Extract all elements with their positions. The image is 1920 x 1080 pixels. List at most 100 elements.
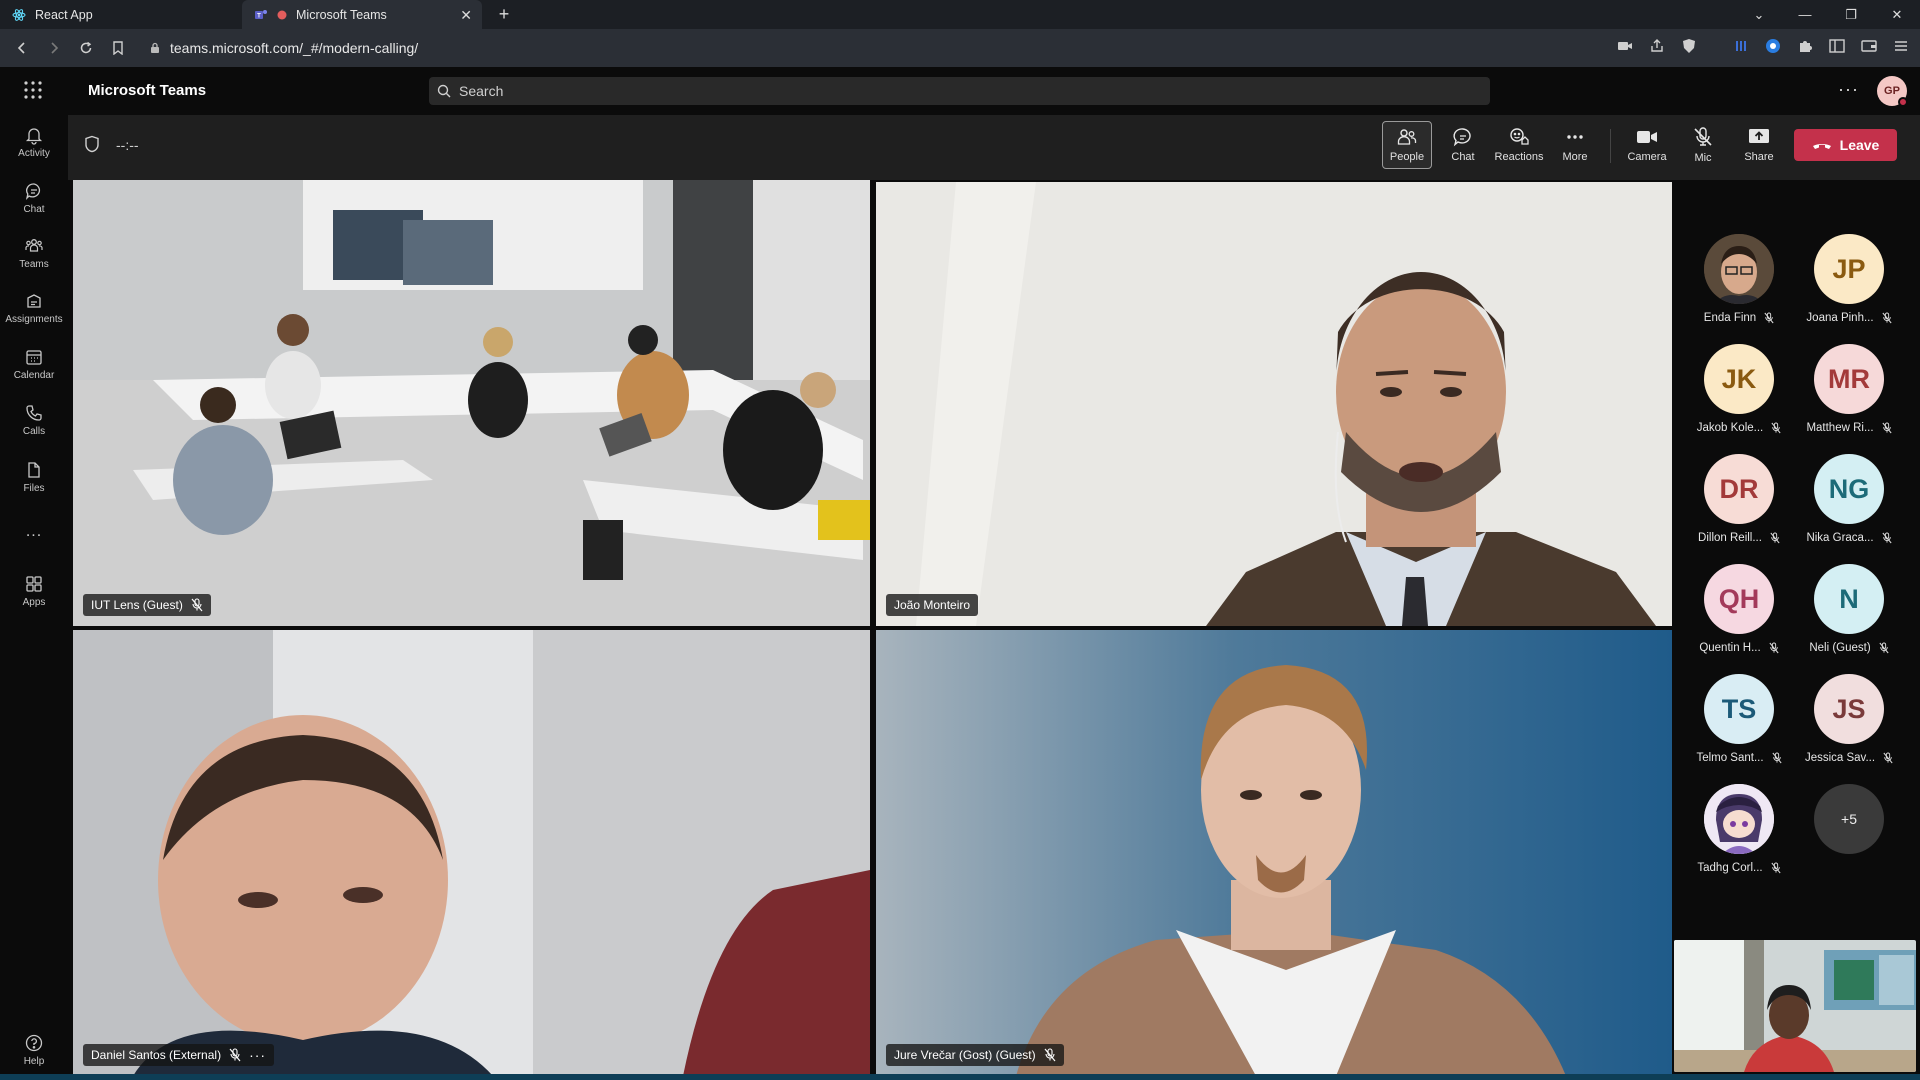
extension-circle-icon[interactable] xyxy=(1764,37,1782,55)
rail-item-calls[interactable]: Calls xyxy=(0,403,68,437)
roster-name: Nika Graca... xyxy=(1806,532,1892,544)
new-tab-button[interactable]: + xyxy=(490,4,518,25)
url-field[interactable]: teams.microsoft.com/_#/modern-calling/ xyxy=(140,35,1600,61)
roster-name: Tadhg Corl... xyxy=(1697,862,1781,874)
brave-shield-icon[interactable] xyxy=(1680,37,1698,55)
puzzle-icon[interactable] xyxy=(1796,37,1814,55)
roster-person[interactable]: DR Dillon Reill... xyxy=(1684,454,1794,544)
mic-muted-icon xyxy=(1772,752,1782,764)
extension-blue-icon[interactable] xyxy=(1732,37,1750,55)
roster-name-text: Tadhg Corl... xyxy=(1697,862,1763,874)
search-input[interactable]: Search xyxy=(429,77,1490,105)
share-button[interactable]: Share xyxy=(1734,121,1784,169)
roster-name-text: Quentin H... xyxy=(1699,642,1761,654)
participant-avatar: JS xyxy=(1814,674,1884,744)
rail-label: Apps xyxy=(22,597,46,608)
mic-muted-icon xyxy=(1879,642,1889,654)
rail-item-chat[interactable]: Chat xyxy=(0,181,68,215)
camera-button[interactable]: Camera xyxy=(1622,121,1672,169)
rail-item-apps[interactable]: Apps xyxy=(0,574,68,608)
restore-icon[interactable]: ❐ xyxy=(1828,7,1874,23)
participant-avatar: TS xyxy=(1704,674,1774,744)
roster-overflow[interactable]: +5 xyxy=(1794,784,1904,854)
reload-icon[interactable] xyxy=(70,41,102,55)
roster-name-text: Matthew Ri... xyxy=(1806,422,1874,434)
mic-muted-icon xyxy=(1044,1048,1056,1062)
participant-avatar: JK xyxy=(1704,344,1774,414)
tab-search-icon[interactable]: ⌄ xyxy=(1736,7,1782,23)
react-favicon-icon xyxy=(12,8,26,22)
browser-tab-teams[interactable]: T Microsoft Teams ✕ xyxy=(242,0,482,29)
participant-name: Jure Vrečar (Gost) (Guest) xyxy=(894,1048,1036,1062)
lock-icon xyxy=(150,42,160,54)
roster-name: Enda Finn xyxy=(1704,312,1774,324)
participant-photo xyxy=(1704,234,1774,304)
user-avatar[interactable]: GP xyxy=(1877,76,1908,107)
video-tile-active-speaker[interactable]: João Monteiro xyxy=(876,182,1672,626)
rail-item-activity[interactable]: Activity xyxy=(0,125,68,159)
leave-button[interactable]: Leave xyxy=(1794,129,1897,161)
tab-title: React App xyxy=(35,7,93,22)
roster-person[interactable]: JP Joana Pinh... xyxy=(1794,234,1904,324)
app-launcher-icon[interactable] xyxy=(23,80,43,100)
teams-icon xyxy=(24,236,44,256)
camera-indicator-icon[interactable] xyxy=(1616,37,1634,55)
more-participants-button[interactable]: +5 xyxy=(1814,784,1884,854)
roster-person[interactable]: JS Jessica Sav... xyxy=(1794,674,1904,764)
forward-icon[interactable] xyxy=(38,41,70,55)
chat-icon xyxy=(24,181,44,201)
roster-person[interactable]: NG Nika Graca... xyxy=(1794,454,1904,544)
roster-person[interactable]: Tadhg Corl... xyxy=(1684,784,1794,874)
people-button[interactable]: People xyxy=(1382,121,1432,169)
rail-item-help[interactable]: Help xyxy=(0,1033,68,1067)
roster-name: Neli (Guest) xyxy=(1809,642,1889,654)
browser-tab-bar: React App T Microsoft Teams ✕ + ⌄ — ❐ ✕ xyxy=(0,0,1920,29)
self-video-preview[interactable] xyxy=(1674,940,1916,1072)
chat-button[interactable]: Chat xyxy=(1438,121,1488,169)
video-tile[interactable]: Daniel Santos (External) ··· xyxy=(73,630,870,1076)
shield-icon[interactable] xyxy=(84,135,100,153)
video-tile[interactable]: Jure Vrečar (Gost) (Guest) xyxy=(876,630,1672,1076)
roster-name: Telmo Sant... xyxy=(1696,752,1782,764)
reactions-button[interactable]: Reactions xyxy=(1494,121,1544,169)
more-button[interactable]: More xyxy=(1550,121,1600,169)
roster-person[interactable]: N Neli (Guest) xyxy=(1794,564,1904,654)
roster-person[interactable]: QH Quentin H... xyxy=(1684,564,1794,654)
wallet-icon[interactable] xyxy=(1860,37,1878,55)
leave-label: Leave xyxy=(1839,137,1880,153)
roster-name: Dillon Reill... xyxy=(1698,532,1780,544)
roster-person[interactable]: MR Matthew Ri... xyxy=(1794,344,1904,434)
rail-item-files[interactable]: Files xyxy=(0,460,68,494)
roster-person[interactable]: TS Telmo Sant... xyxy=(1684,674,1794,764)
mic-muted-icon xyxy=(1771,422,1781,434)
rail-item-teams[interactable]: Teams xyxy=(0,236,68,270)
roster-person[interactable]: JK Jakob Kole... xyxy=(1684,344,1794,434)
meeting-timer: --:-- xyxy=(116,137,139,153)
help-icon xyxy=(24,1033,44,1053)
more-apps-icon[interactable]: ... xyxy=(0,523,68,541)
bookmark-icon[interactable] xyxy=(102,41,134,55)
mic-button[interactable]: Mic xyxy=(1678,121,1728,169)
video-tile[interactable]: IUT Lens (Guest) xyxy=(73,180,870,626)
sidebar-toggle-icon[interactable] xyxy=(1828,37,1846,55)
tile-more-options-icon[interactable]: ··· xyxy=(249,1047,266,1063)
bell-icon xyxy=(24,125,44,145)
mic-label: Mic xyxy=(1694,152,1712,164)
rail-item-assignments[interactable]: Assignments xyxy=(0,291,68,325)
window-close-icon[interactable]: ✕ xyxy=(1874,7,1920,23)
roster-name: Jessica Sav... xyxy=(1805,752,1893,764)
rail-item-calendar[interactable]: Calendar xyxy=(0,347,68,381)
close-tab-icon[interactable]: ✕ xyxy=(460,7,472,24)
menu-icon[interactable] xyxy=(1892,37,1910,55)
back-icon[interactable] xyxy=(6,41,38,55)
share-label: Share xyxy=(1744,151,1774,163)
browser-tab-react-app[interactable]: React App xyxy=(0,0,242,29)
rail-label: Teams xyxy=(19,259,49,270)
mic-muted-icon xyxy=(1881,532,1892,544)
roster-person[interactable]: Enda Finn xyxy=(1684,234,1794,324)
recording-dot-icon xyxy=(277,10,287,20)
teams-favicon-icon: T xyxy=(254,8,268,22)
share-page-icon[interactable] xyxy=(1648,37,1666,55)
settings-more-icon[interactable]: ··· xyxy=(1838,79,1859,100)
minimize-icon[interactable]: — xyxy=(1782,7,1828,22)
